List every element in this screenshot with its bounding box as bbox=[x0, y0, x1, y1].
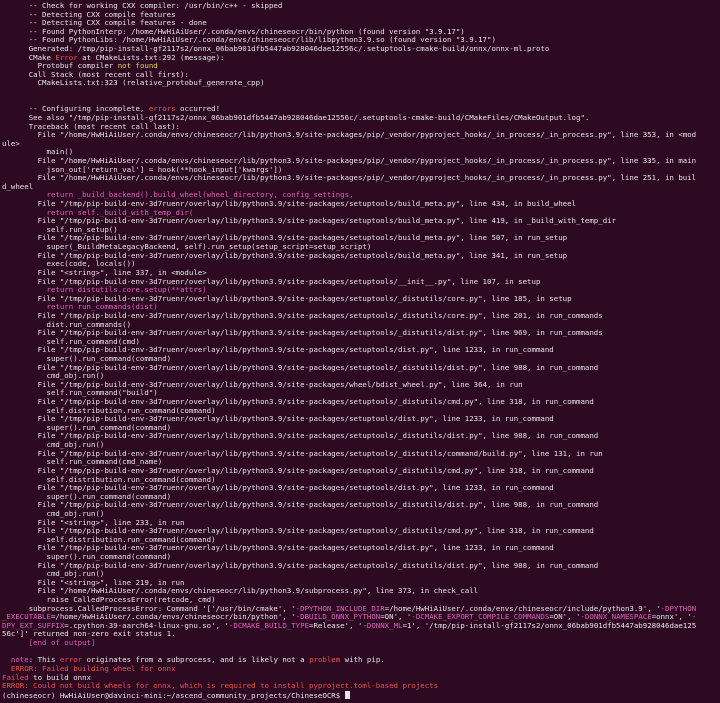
terminal-text-segment: -DCMAKE_BUILD_TYPE bbox=[228, 620, 310, 630]
terminal-text-segment: with pip. bbox=[340, 655, 385, 665]
terminal-output[interactable]: -- Check for working CXX compiler: /usr/… bbox=[0, 0, 720, 703]
terminal-line: File "/home/HwHiAiUser/.conda/envs/chine… bbox=[0, 173, 720, 183]
terminal-text-segment: File "/home/HwHiAiUser/.conda/envs/chine… bbox=[2, 130, 697, 140]
terminal-line: ERROR: Failed building wheel for onnx bbox=[0, 664, 720, 674]
terminal-line: File "/home/HwHiAiUser/.conda/envs/chine… bbox=[0, 130, 720, 140]
terminal-text-segment: -DONNX_ML bbox=[362, 620, 403, 630]
terminal-line: ule> bbox=[0, 139, 720, 149]
terminal-line: ERROR: Could not build wheels for onnx, … bbox=[0, 681, 720, 691]
terminal-line: File "/tmp/pip-build-env-3d7ruenr/overla… bbox=[0, 363, 720, 373]
terminal-line: File "/tmp/pip-build-env-3d7ruenr/overla… bbox=[0, 432, 720, 441]
terminal-text-segment: (chineseocr) HwHiAiUser@davinci-mini:~/a… bbox=[2, 690, 345, 700]
terminal-line: CMakeLists.txt:323 (relative_protobuf_ge… bbox=[0, 79, 720, 88]
terminal-line: [end of output] bbox=[0, 638, 720, 648]
terminal-line: File "/tmp/pip-build-env-3d7ruenr/overla… bbox=[0, 501, 720, 510]
shell-prompt-line: (chineseocr) HwHiAiUser@davinci-mini:~/a… bbox=[0, 690, 720, 700]
terminal-text-segment: CMakeLists.txt:323 (relative_protobuf_ge… bbox=[2, 78, 265, 88]
terminal-line: 56c']' returned non-zero exit status 1. bbox=[0, 630, 720, 639]
terminal-text-segment: ERROR: Could not build wheels for onnx, … bbox=[2, 681, 439, 691]
terminal-text-segment: [end of output] bbox=[2, 638, 96, 648]
text-cursor[interactable] bbox=[344, 690, 350, 699]
terminal-text-segment: File "/home/HwHiAiUser/.conda/envs/chine… bbox=[2, 173, 697, 183]
terminal-text-segment: problem bbox=[309, 655, 341, 665]
terminal-line: File "/tmp/pip-build-env-3d7ruenr/overla… bbox=[0, 561, 720, 571]
terminal-text-segment: =1', '/tmp/pip-install-gf2117s2/onnx_06b… bbox=[402, 620, 697, 630]
terminal-text-segment: =Release', ' bbox=[309, 620, 363, 630]
